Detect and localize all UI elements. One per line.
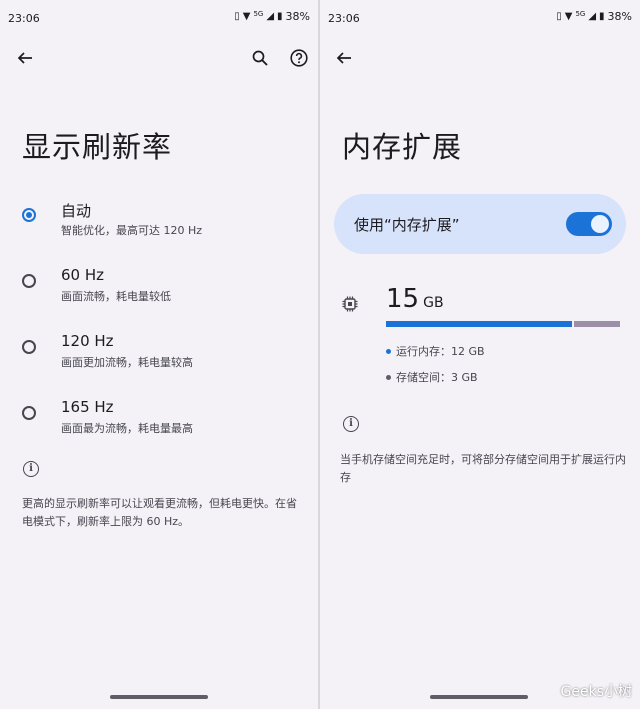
refresh-option-60hz[interactable]: 60 Hz 画面流畅，耗电量较低 <box>0 264 318 320</box>
option-label: 120 Hz <box>61 332 114 350</box>
help-icon <box>290 49 308 67</box>
status-bar: 23:06 ▯ ▼ 5G ◢ ▮ 38% <box>320 10 640 28</box>
toggle-label: 使用“内存扩展” <box>354 216 460 234</box>
option-label: 自动 <box>61 202 92 220</box>
storage-legend: 存储空间：3 GB <box>386 369 478 385</box>
signal-icon: ◢ <box>588 11 597 22</box>
memory-chip-icon <box>342 296 358 312</box>
page-title: 内存扩展 <box>342 130 463 164</box>
status-time: 23:06 <box>8 12 40 25</box>
radio-button[interactable] <box>22 208 36 222</box>
status-bar: 23:06 ▯ ▼ 5G ◢ ▮ 38% <box>0 10 318 28</box>
battery-icon: ▮ <box>277 11 283 22</box>
status-time: 23:06 <box>328 12 360 25</box>
memory-extension-toggle-row[interactable]: 使用“内存扩展” <box>334 194 626 254</box>
option-description: 画面更加流畅，耗电量较高 <box>61 356 193 369</box>
storage-legend-label: 存储空间：3 GB <box>396 371 478 384</box>
memory-extension-screen: 23:06 ▯ ▼ 5G ◢ ▮ 38% 内存扩展 使用“内存扩展” 15 GB … <box>320 0 640 709</box>
battery-level: 38% <box>285 10 310 23</box>
option-description: 画面流畅，耗电量较低 <box>61 290 171 303</box>
storage-legend-dot <box>386 374 391 380</box>
refresh-option-120hz[interactable]: 120 Hz 画面更加流畅，耗电量较高 <box>0 330 318 386</box>
total-memory: 15 GB <box>386 284 444 314</box>
radio-button[interactable] <box>22 406 36 420</box>
ram-segment <box>386 321 572 327</box>
option-description: 画面最为流畅，耗电量最高 <box>61 422 193 435</box>
vibrate-icon: ▯ <box>556 11 562 22</box>
vibrate-icon: ▯ <box>234 11 240 22</box>
ram-legend-dot <box>386 348 391 354</box>
memory-extension-note: 当手机存储空间充足时，可将部分存储空间用于扩展运行内存 <box>340 453 626 484</box>
info-icon: i <box>23 461 39 477</box>
option-description: 智能优化，最高可达 120 Hz <box>61 224 203 237</box>
option-label: 60 Hz <box>61 266 105 284</box>
back-arrow-icon <box>17 52 32 64</box>
radio-button[interactable] <box>22 340 36 354</box>
memory-extension-switch[interactable] <box>566 212 612 236</box>
home-indicator[interactable] <box>430 695 528 699</box>
battery-level: 38% <box>607 10 632 23</box>
ram-legend-label: 运行内存：12 GB <box>396 345 485 358</box>
info-icon: i <box>343 416 359 432</box>
refresh-rate-note: 更高的显示刷新率可以让观看更流畅，但耗电更快。在省电模式下，刷新率上限为 60 … <box>22 497 297 528</box>
total-memory-value: 15 <box>386 284 420 314</box>
page-title: 显示刷新率 <box>22 130 173 164</box>
back-button[interactable] <box>326 40 362 76</box>
back-arrow-icon <box>336 52 351 64</box>
network-type: 5G <box>253 9 264 18</box>
help-button[interactable] <box>281 40 317 76</box>
wifi-icon: ▼ <box>242 11 251 22</box>
radio-button[interactable] <box>22 274 36 288</box>
memory-usage-bar <box>386 321 620 327</box>
search-icon <box>252 50 268 66</box>
refresh-option-165hz[interactable]: 165 Hz 画面最为流畅，耗电量最高 <box>0 396 318 452</box>
home-indicator[interactable] <box>110 695 208 699</box>
storage-segment <box>574 321 620 327</box>
option-label: 165 Hz <box>61 398 114 416</box>
battery-icon: ▮ <box>599 11 605 22</box>
wifi-icon: ▼ <box>564 11 573 22</box>
back-button[interactable] <box>7 40 43 76</box>
signal-icon: ◢ <box>266 11 275 22</box>
total-memory-unit: GB <box>423 295 444 311</box>
network-type: 5G <box>575 9 586 18</box>
ram-legend: 运行内存：12 GB <box>386 343 485 359</box>
refresh-option-auto[interactable]: 自动 智能优化，最高可达 120 Hz <box>0 198 318 254</box>
refresh-rate-screen: 23:06 ▯ ▼ 5G ◢ ▮ 38% 显示刷新率 自动 智能优化，最高可达 … <box>0 0 318 709</box>
search-button[interactable] <box>242 40 278 76</box>
watermark: Geeks小树 <box>560 684 632 700</box>
